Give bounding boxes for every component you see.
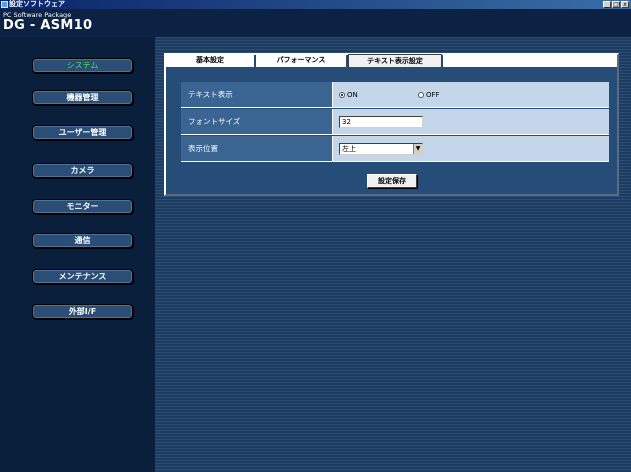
app-header: PC Software Package DG - ASM10 [0, 9, 631, 37]
nav-system-button[interactable]: システム [32, 58, 133, 73]
nav-device-management-button[interactable]: 機器管理 [32, 90, 133, 105]
label-cell: フォントサイズ [181, 109, 333, 134]
display-position-select[interactable]: 左上 ▼ [339, 143, 423, 155]
model-name: DG - ASM10 [3, 18, 93, 33]
text-display-row: テキスト表示 ON OFF [181, 82, 609, 108]
tab-strip-filler [443, 54, 617, 67]
radio-off-label: OFF [426, 91, 440, 99]
sidebar: システム 機器管理 ユーザー管理 カメラ モニター 通信 メンテナンス 外部I/… [0, 37, 155, 472]
window-title: 設定ソフトウェア [9, 0, 65, 8]
display-position-row: 表示位置 左上 ▼ [181, 136, 609, 162]
close-button[interactable]: x [621, 1, 629, 8]
text-display-off-radio[interactable]: OFF [418, 82, 440, 108]
nav-communication-button[interactable]: 通信 [32, 233, 133, 248]
font-size-label: フォントサイズ [188, 117, 241, 126]
maximize-button[interactable]: □ [612, 1, 620, 8]
font-size-row: フォントサイズ 32 [181, 109, 609, 135]
display-position-value: 左上 [342, 145, 356, 153]
app-icon [1, 1, 8, 8]
minimize-button[interactable]: _ [603, 1, 611, 8]
nav-maintenance-button[interactable]: メンテナンス [32, 269, 133, 284]
nav-monitor-button[interactable]: モニター [32, 199, 133, 214]
nav-user-management-button[interactable]: ユーザー管理 [32, 125, 133, 140]
nav-external-if-button[interactable]: 外部I/F [32, 304, 133, 319]
font-size-input[interactable]: 32 [339, 116, 423, 128]
radio-on-label: ON [347, 91, 358, 99]
display-position-label: 表示位置 [188, 144, 218, 153]
tab-basic-settings[interactable]: 基本設定 [166, 54, 254, 67]
save-settings-button[interactable]: 設定保存 [367, 174, 417, 188]
radio-unselected-icon [418, 92, 424, 98]
dropdown-arrow-icon[interactable]: ▼ [413, 144, 422, 154]
tab-text-display-settings[interactable]: テキスト表示設定 [348, 54, 442, 67]
label-cell: テキスト表示 [181, 82, 333, 107]
nav-camera-button[interactable]: カメラ [32, 163, 133, 178]
label-cell: 表示位置 [181, 136, 333, 161]
tab-performance[interactable]: パフォーマンス [256, 54, 346, 67]
radio-selected-icon [339, 92, 345, 98]
window-titlebar: 設定ソフトウェア _ □ x [0, 0, 631, 9]
text-display-label: テキスト表示 [188, 90, 233, 99]
text-display-on-radio[interactable]: ON [339, 82, 358, 108]
